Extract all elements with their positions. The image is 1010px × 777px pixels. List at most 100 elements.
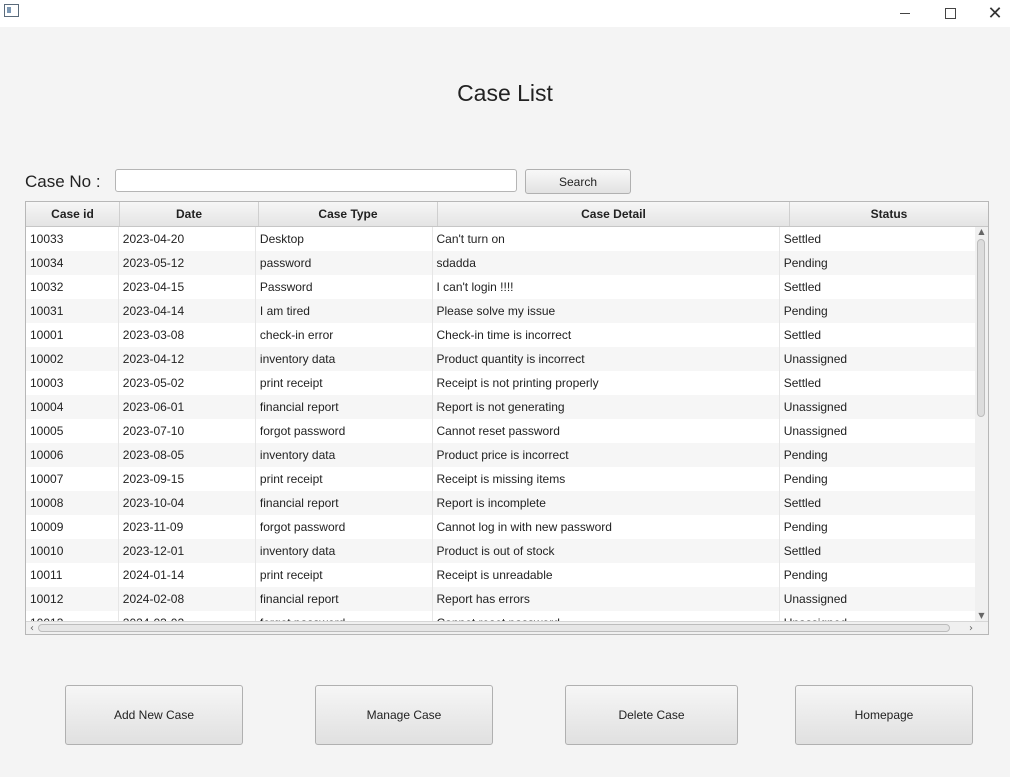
- cell-case-id: 10034: [26, 251, 119, 275]
- cell-case-type: check-in error: [256, 323, 433, 347]
- cell-case-id: 10032: [26, 275, 119, 299]
- table-row[interactable]: 10033 2023-04-20 Desktop Can't turn on Settl…: [26, 227, 975, 251]
- table-row[interactable]: 10001 2023-03-08 check-in error Check-in ti…: [26, 323, 975, 347]
- cell-case-id: 10011: [26, 563, 119, 587]
- cell-case-detail: Check-in time is incorrect: [433, 323, 780, 347]
- cell-date: 2023-07-10: [119, 419, 256, 443]
- homepage-button[interactable]: Homepage: [795, 685, 973, 745]
- cell-case-detail: sdadda: [433, 251, 780, 275]
- cell-date: 2023-06-01: [119, 395, 256, 419]
- column-header-date[interactable]: Date: [120, 202, 259, 226]
- cell-case-type: forgot password: [256, 515, 433, 539]
- cell-case-id: 10007: [26, 467, 119, 491]
- cell-case-detail: Cannot reset password: [433, 419, 780, 443]
- cell-date: 2023-03-08: [119, 323, 256, 347]
- table-row[interactable]: 10009 2023-11-09 forgot password Cannot log…: [26, 515, 975, 539]
- table-row[interactable]: 10005 2023-07-10 forgot password Cannot res…: [26, 419, 975, 443]
- cell-case-type: inventory data: [256, 443, 433, 467]
- cell-case-detail: Please solve my issue: [433, 299, 780, 323]
- cell-case-id: 10033: [26, 227, 119, 251]
- cell-case-detail: Report is not generating: [433, 395, 780, 419]
- cell-date: 2023-11-09: [119, 515, 256, 539]
- cell-date: 2024-01-14: [119, 563, 256, 587]
- cell-case-id: 10013: [26, 611, 119, 621]
- cell-date: 2023-04-12: [119, 347, 256, 371]
- cell-case-id: 10008: [26, 491, 119, 515]
- maximize-button[interactable]: [927, 0, 973, 27]
- scroll-up-icon[interactable]: ▲: [975, 227, 988, 237]
- maximize-icon: [944, 8, 956, 19]
- cell-case-id: 10006: [26, 443, 119, 467]
- table-row[interactable]: 10006 2023-08-05 inventory data Product pri…: [26, 443, 975, 467]
- cell-status: Unassigned: [783, 400, 848, 414]
- cell-case-detail: Receipt is not printing properly: [433, 371, 780, 395]
- table-row[interactable]: 10012 2024-02-08 financial report Report ha…: [26, 587, 975, 611]
- cell-case-detail: Receipt is missing items: [433, 467, 780, 491]
- table-row[interactable]: 10002 2023-04-12 inventory data Product qua…: [26, 347, 975, 371]
- cell-status: Unassigned: [780, 611, 975, 621]
- vertical-scrollbar[interactable]: ▲ ▼: [975, 227, 988, 621]
- cell-case-type: financial report: [256, 587, 433, 611]
- cell-status: Unassigned: [783, 352, 848, 366]
- table-row[interactable]: 10032 2023-04-15 Password I can't login !!!…: [26, 275, 975, 299]
- cell-case-detail: Report is incomplete: [433, 491, 780, 515]
- scroll-right-icon[interactable]: ›: [965, 622, 977, 634]
- table-row[interactable]: 10004 2023-06-01 financial report Report is…: [26, 395, 975, 419]
- table-row[interactable]: 10008 2023-10-04 financial report Report is…: [26, 491, 975, 515]
- cell-status: Pending: [783, 520, 828, 534]
- scroll-down-icon[interactable]: ▼: [975, 611, 988, 621]
- table-row[interactable]: 10034 2023-05-12 password sdadda Pending: [26, 251, 975, 275]
- cell-status: Unassigned: [783, 592, 848, 606]
- delete-case-button[interactable]: Delete Case: [565, 685, 738, 745]
- cell-case-id: 10004: [26, 395, 119, 419]
- cell-case-type: financial report: [256, 491, 433, 515]
- cell-case-detail: Report has errors: [433, 587, 780, 611]
- case-table: Case id Date Case Type Case Detail Statu…: [25, 201, 989, 635]
- table-row[interactable]: 10031 2023-04-14 I am tired Please solve my…: [26, 299, 975, 323]
- cell-case-id: 10010: [26, 539, 119, 563]
- table-header: Case id Date Case Type Case Detail Statu…: [26, 202, 988, 227]
- cell-case-type: forgot password: [256, 611, 433, 621]
- cell-case-id: 10031: [26, 299, 119, 323]
- table-row[interactable]: 100132024-03-02forgot passwordCannot res…: [26, 611, 975, 621]
- cell-status: Settled: [783, 232, 822, 246]
- column-header-case-detail[interactable]: Case Detail: [438, 202, 790, 226]
- vertical-scroll-thumb[interactable]: [977, 239, 985, 417]
- cell-case-detail: Receipt is unreadable: [433, 563, 780, 587]
- horizontal-scrollbar[interactable]: ‹ ›: [26, 621, 988, 634]
- column-header-case-type[interactable]: Case Type: [259, 202, 438, 226]
- app-window-icon: [4, 4, 19, 17]
- add-new-case-button[interactable]: Add New Case: [65, 685, 243, 745]
- cell-case-id: 10005: [26, 419, 119, 443]
- manage-case-button[interactable]: Manage Case: [315, 685, 493, 745]
- table-row[interactable]: 10010 2023-12-01 inventory data Product is …: [26, 539, 975, 563]
- column-header-status[interactable]: Status: [790, 202, 988, 226]
- case-no-input[interactable]: [115, 169, 517, 192]
- table-row[interactable]: 10003 2023-05-02 print receipt Receipt is n…: [26, 371, 975, 395]
- cell-status: Settled: [783, 376, 822, 390]
- close-button[interactable]: ✕: [972, 0, 1010, 27]
- title-bar: ✕: [0, 0, 1010, 27]
- column-header-case-id[interactable]: Case id: [26, 202, 120, 226]
- minimize-button[interactable]: [882, 0, 928, 27]
- table-body: 10033 2023-04-20 Desktop Can't turn on Settl…: [26, 227, 975, 621]
- cell-date: 2023-04-14: [119, 299, 256, 323]
- case-no-label: Case No :: [25, 172, 101, 191]
- cell-case-type: I am tired: [256, 299, 433, 323]
- search-button[interactable]: Search: [525, 169, 631, 194]
- table-row[interactable]: 10011 2024-01-14 print receipt Receipt is u…: [26, 563, 975, 587]
- cell-status: Pending: [783, 448, 828, 462]
- cell-case-type: print receipt: [256, 563, 433, 587]
- cell-case-type: print receipt: [256, 371, 433, 395]
- cell-case-id: 10002: [26, 347, 119, 371]
- cell-case-type: Desktop: [256, 227, 433, 251]
- page-title: Case List: [457, 80, 553, 106]
- cell-case-type: inventory data: [256, 347, 433, 371]
- table-row[interactable]: 10007 2023-09-15 print receipt Receipt is m…: [26, 467, 975, 491]
- cell-case-type: print receipt: [256, 467, 433, 491]
- cell-case-detail: Product is out of stock: [433, 539, 780, 563]
- cell-status: Settled: [783, 544, 822, 558]
- scroll-left-icon[interactable]: ‹: [26, 622, 38, 634]
- cell-case-type: Password: [256, 275, 433, 299]
- horizontal-scroll-thumb[interactable]: [38, 624, 950, 632]
